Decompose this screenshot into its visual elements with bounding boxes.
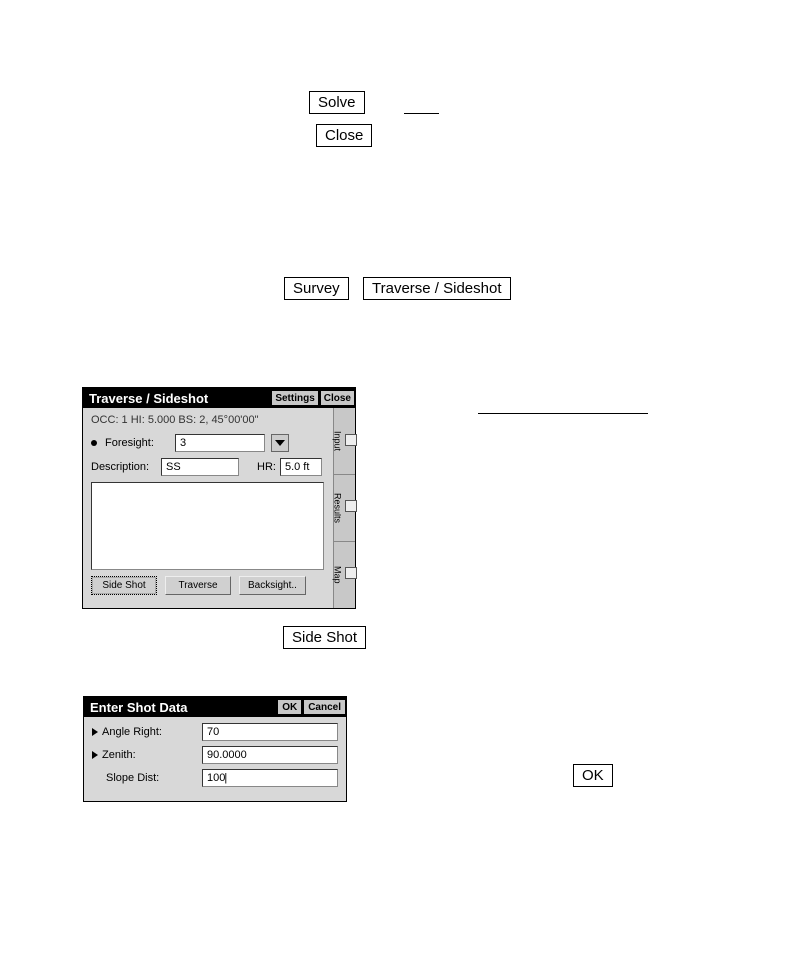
tab-input-label: Input: [333, 431, 343, 451]
win2-title: Enter Shot Data: [90, 700, 188, 715]
survey-label-box: Survey: [284, 277, 349, 300]
input-tab-icon: [345, 434, 357, 446]
description-input[interactable]: SS: [161, 458, 239, 476]
tab-results-label: Results: [333, 493, 343, 523]
foresight-input[interactable]: 3: [175, 434, 265, 452]
traverse-button[interactable]: Traverse: [165, 576, 231, 595]
description-row: Description: SS HR: 5.0 ft: [91, 458, 349, 476]
results-tab-icon: [345, 500, 357, 512]
zenith-row: Zenith: 90.0000: [92, 746, 338, 764]
win1-title: Traverse / Sideshot: [89, 391, 208, 406]
angle-right-row: Angle Right: 70: [92, 723, 338, 741]
underline-long: [478, 400, 648, 414]
slope-dist-input[interactable]: 100: [202, 769, 338, 787]
underline-blank: [404, 100, 439, 114]
win1-titlebar: Traverse / Sideshot Settings Close: [83, 388, 355, 408]
win1-button-row: Side Shot Traverse Backsight..: [91, 576, 349, 595]
ok-button[interactable]: OK: [277, 699, 302, 715]
results-textarea[interactable]: [91, 482, 324, 570]
occ-status-line: OCC: 1 HI: 5.000 BS: 2, 45°00'00": [91, 414, 349, 426]
foresight-row: Foresight: 3: [91, 434, 349, 452]
win2-titlebar: Enter Shot Data OK Cancel: [84, 697, 346, 717]
triangle-right-icon: [92, 728, 98, 736]
zenith-label: Zenith:: [102, 749, 136, 761]
map-tab-icon: [345, 567, 357, 579]
traverse-sideshot-label-box: Traverse / Sideshot: [363, 277, 511, 300]
traverse-sideshot-window: Traverse / Sideshot Settings Close Input…: [82, 387, 356, 609]
bullet-icon: [91, 440, 97, 446]
tab-input[interactable]: Input: [334, 408, 355, 475]
side-shot-label-box: Side Shot: [283, 626, 366, 649]
triangle-right-icon: [92, 751, 98, 759]
tab-results[interactable]: Results: [334, 475, 355, 542]
foresight-dropdown-arrow[interactable]: [271, 434, 289, 452]
slope-dist-row: Slope Dist: 100: [92, 769, 338, 787]
settings-button[interactable]: Settings: [271, 390, 318, 406]
side-shot-button[interactable]: Side Shot: [91, 576, 157, 595]
angle-right-input[interactable]: 70: [202, 723, 338, 741]
backsight-button[interactable]: Backsight..: [239, 576, 306, 595]
solve-label-box: Solve: [309, 91, 365, 114]
tab-map-label: Map: [333, 566, 343, 584]
hr-input[interactable]: 5.0 ft: [280, 458, 322, 476]
close-label-box: Close: [316, 124, 372, 147]
close-button[interactable]: Close: [320, 390, 355, 406]
cancel-button[interactable]: Cancel: [303, 699, 346, 715]
enter-shot-data-window: Enter Shot Data OK Cancel Angle Right: 7…: [83, 696, 347, 802]
angle-right-label: Angle Right:: [102, 726, 162, 738]
zenith-input[interactable]: 90.0000: [202, 746, 338, 764]
ok-label-box: OK: [573, 764, 613, 787]
hr-label: HR:: [257, 461, 276, 473]
tab-map[interactable]: Map: [334, 542, 355, 608]
slope-dist-label: Slope Dist:: [106, 772, 159, 784]
win1-sidebar: Input Results Map: [333, 408, 355, 608]
description-label: Description:: [91, 461, 161, 473]
foresight-label: Foresight:: [105, 437, 175, 449]
